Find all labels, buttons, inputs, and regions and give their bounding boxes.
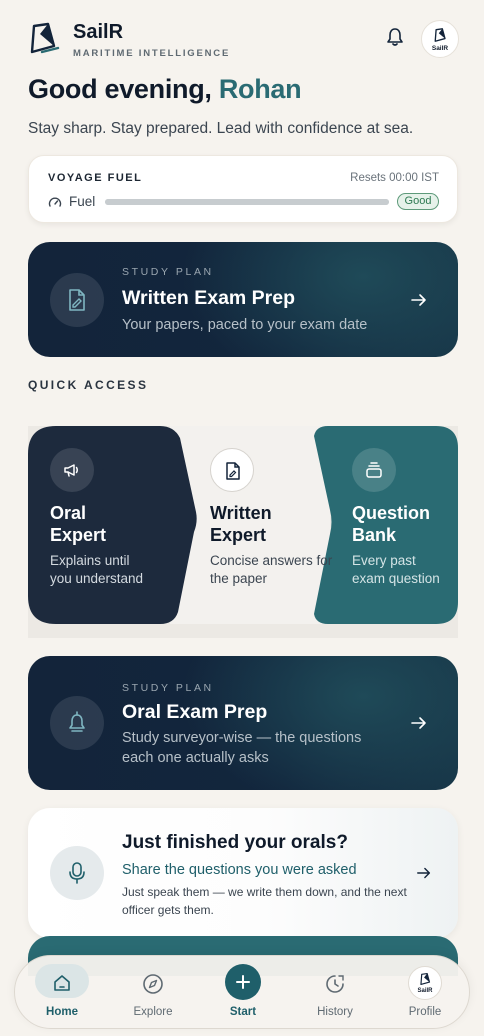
plan-title: Written Exam Prep — [122, 287, 296, 309]
written-expert-subtitle: Concise answers for the paper — [210, 553, 333, 586]
compass-icon — [143, 974, 163, 994]
bottom-navigation: Home Explore Start History SailR Profile — [14, 955, 470, 1029]
orals-subtitle: Just speak them — we write them down, an… — [122, 885, 407, 917]
document-icon — [69, 289, 85, 311]
written-expert-icon-circle — [210, 448, 254, 492]
question-bank-subtitle: Every past exam question — [352, 553, 440, 586]
question-bank-icon-circle — [352, 448, 396, 492]
arrow-right-icon — [417, 867, 431, 879]
sailr-logo-icon — [434, 28, 446, 42]
plan-kicker: STUDY PLAN — [122, 682, 214, 694]
question-bank-tile[interactable]: Question Bank Every past exam question — [330, 426, 458, 626]
gauge-icon — [48, 197, 62, 207]
greeting-tagline: Stay sharp. Stay prepared. Lead with con… — [28, 120, 414, 137]
nav-history[interactable]: History — [300, 956, 370, 1030]
fuel-resets: Resets 00:00 IST — [350, 172, 439, 184]
profile-avatar[interactable]: SailR — [421, 20, 459, 58]
greeting-heading: Good evening, Rohan — [28, 74, 302, 105]
megaphone-icon — [64, 464, 78, 477]
plan-subtitle: Your papers, paced to your exam date — [122, 317, 368, 333]
greeting-user-name: Rohan — [218, 74, 302, 104]
fuel-title: VOYAGE FUEL — [48, 172, 143, 184]
plan-icon-circle — [50, 696, 104, 750]
sailr-logo-icon — [30, 22, 60, 54]
oral-expert-subtitle: Explains until you understand — [50, 553, 144, 586]
stack-icon — [366, 462, 382, 478]
nav-start[interactable]: Start — [208, 956, 278, 1030]
avatar-text: SailR — [417, 988, 433, 994]
oral-exam-prep-card[interactable]: STUDY PLAN Oral Exam Prep Study surveyor… — [28, 656, 458, 790]
quick-access-panel: Oral Expert Explains until you understand … — [28, 426, 458, 638]
plan-title: Oral Exam Prep — [122, 701, 268, 723]
plus-icon — [225, 964, 261, 1000]
orals-title: Just finished your orals? — [122, 832, 348, 853]
avatar-text: SailR — [431, 45, 449, 52]
notification-bell-icon[interactable] — [386, 27, 404, 47]
nav-start-label: Start — [229, 1006, 257, 1018]
nav-profile-label: Profile — [408, 1006, 442, 1018]
document-icon — [226, 462, 240, 480]
greeting-prefix: Good evening, — [28, 74, 219, 104]
written-expert-title: Written Expert — [210, 503, 272, 545]
plan-icon-circle — [50, 273, 104, 327]
brand-name: SailR — [73, 21, 124, 43]
orals-link[interactable]: Share the questions you were asked — [122, 862, 357, 878]
written-exam-prep-card[interactable]: STUDY PLAN Written Exam Prep Your papers… — [28, 242, 458, 357]
oral-expert-title: Oral Expert — [50, 503, 107, 545]
app-header: SailR MARITIME INTELLIGENCE SailR — [28, 18, 459, 62]
history-icon — [326, 975, 344, 993]
voyage-fuel-card: VOYAGE FUEL Resets 00:00 IST Fuel Good — [28, 155, 458, 223]
fuel-progress-bar — [105, 199, 389, 205]
fuel-status-badge: Good — [397, 193, 439, 210]
question-bank-title: Question Bank — [352, 503, 431, 545]
written-expert-tile[interactable]: Written Expert Concise answers for the pap… — [188, 426, 338, 626]
share-orals-card[interactable]: Just finished your orals? Share the ques… — [28, 808, 458, 938]
nav-home[interactable]: Home — [27, 956, 97, 1030]
brand-subtitle: MARITIME INTELLIGENCE — [73, 48, 231, 59]
sailr-logo-icon — [420, 972, 431, 986]
mic-icon-circle — [50, 846, 104, 900]
nav-explore-label: Explore — [133, 1006, 173, 1018]
nav-explore[interactable]: Explore — [118, 956, 188, 1030]
oral-expert-tile[interactable]: Oral Expert Explains until you understand — [28, 426, 188, 626]
plan-kicker: STUDY PLAN — [122, 266, 214, 278]
arrow-right-icon — [411, 294, 426, 306]
nav-profile-avatar: SailR — [408, 966, 442, 1000]
fuel-label: Fuel — [69, 194, 96, 209]
fuel-progress-fill — [105, 199, 389, 205]
bell-icon — [69, 711, 85, 732]
home-icon — [54, 975, 70, 991]
arrow-right-icon — [411, 717, 426, 729]
nav-profile[interactable]: SailR Profile — [390, 956, 460, 1030]
nav-home-label: Home — [46, 1006, 78, 1018]
plan-subtitle: Study surveyor-wise — the questions each… — [122, 730, 362, 766]
microphone-icon — [69, 862, 85, 884]
oral-expert-icon-circle — [50, 448, 94, 492]
quick-access-title: QUICK ACCESS — [28, 378, 149, 392]
nav-history-label: History — [317, 1006, 353, 1018]
